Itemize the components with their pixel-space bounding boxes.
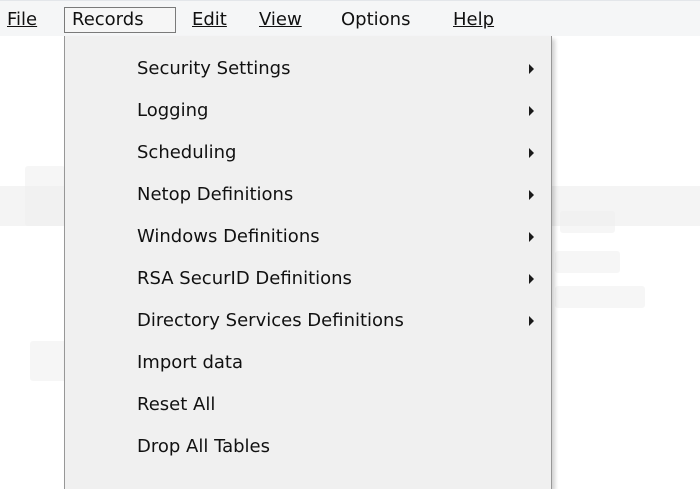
chevron-right-icon (529, 316, 534, 326)
menu-item-label: Scheduling (137, 142, 237, 163)
menu-item-netop-definitions[interactable]: Netop Definitions (67, 174, 549, 216)
menu-item-label: Logging (137, 100, 209, 121)
menu-records-label: Records (72, 9, 144, 30)
menu-edit-label: Edit (192, 9, 227, 30)
chevron-right-icon (529, 106, 534, 116)
menu-records[interactable]: Records (64, 7, 176, 33)
chevron-right-icon (529, 190, 534, 200)
menu-item-label: Reset All (137, 394, 216, 415)
menu-item-rsa-securid-definitions[interactable]: RSA SecurID Definitions (67, 258, 549, 300)
chevron-right-icon (529, 64, 534, 74)
chevron-right-icon (529, 232, 534, 242)
menu-help-label: Help (453, 9, 495, 30)
menu-file[interactable]: File (0, 7, 44, 33)
menu-item-label: Windows Definitions (137, 226, 320, 247)
menu-item-import-data[interactable]: Import data (67, 342, 549, 384)
records-dropdown-menu: Security Settings Logging Scheduling Net… (64, 36, 552, 489)
menu-options[interactable]: Options (334, 7, 417, 33)
menu-item-windows-definitions[interactable]: Windows Definitions (67, 216, 549, 258)
menu-view-label: View (259, 9, 302, 30)
menu-item-label: Netop Definitions (137, 184, 294, 205)
menu-item-label: Import data (137, 352, 244, 373)
menu-item-directory-services-definitions[interactable]: Directory Services Definitions (67, 300, 549, 342)
menu-options-label: Options (341, 9, 411, 30)
menu-file-label: File (7, 9, 38, 30)
menu-bar: File Records Edit View Options Help (0, 0, 700, 36)
menu-item-label: Directory Services Definitions (137, 310, 404, 331)
menu-item-drop-all-tables[interactable]: Drop All Tables (67, 426, 549, 468)
menu-item-reset-all[interactable]: Reset All (67, 384, 549, 426)
menu-item-logging[interactable]: Logging (67, 90, 549, 132)
chevron-right-icon (529, 148, 534, 158)
menu-item-scheduling[interactable]: Scheduling (67, 132, 549, 174)
menu-item-security-settings[interactable]: Security Settings (67, 48, 549, 90)
menu-item-label: Drop All Tables (137, 436, 270, 457)
menu-item-label: Security Settings (137, 58, 291, 79)
menu-item-label: RSA SecurID Definitions (137, 268, 352, 289)
chevron-right-icon (529, 274, 534, 284)
menu-help[interactable]: Help (446, 7, 501, 33)
menu-view[interactable]: View (252, 7, 309, 33)
menu-edit[interactable]: Edit (185, 7, 234, 33)
